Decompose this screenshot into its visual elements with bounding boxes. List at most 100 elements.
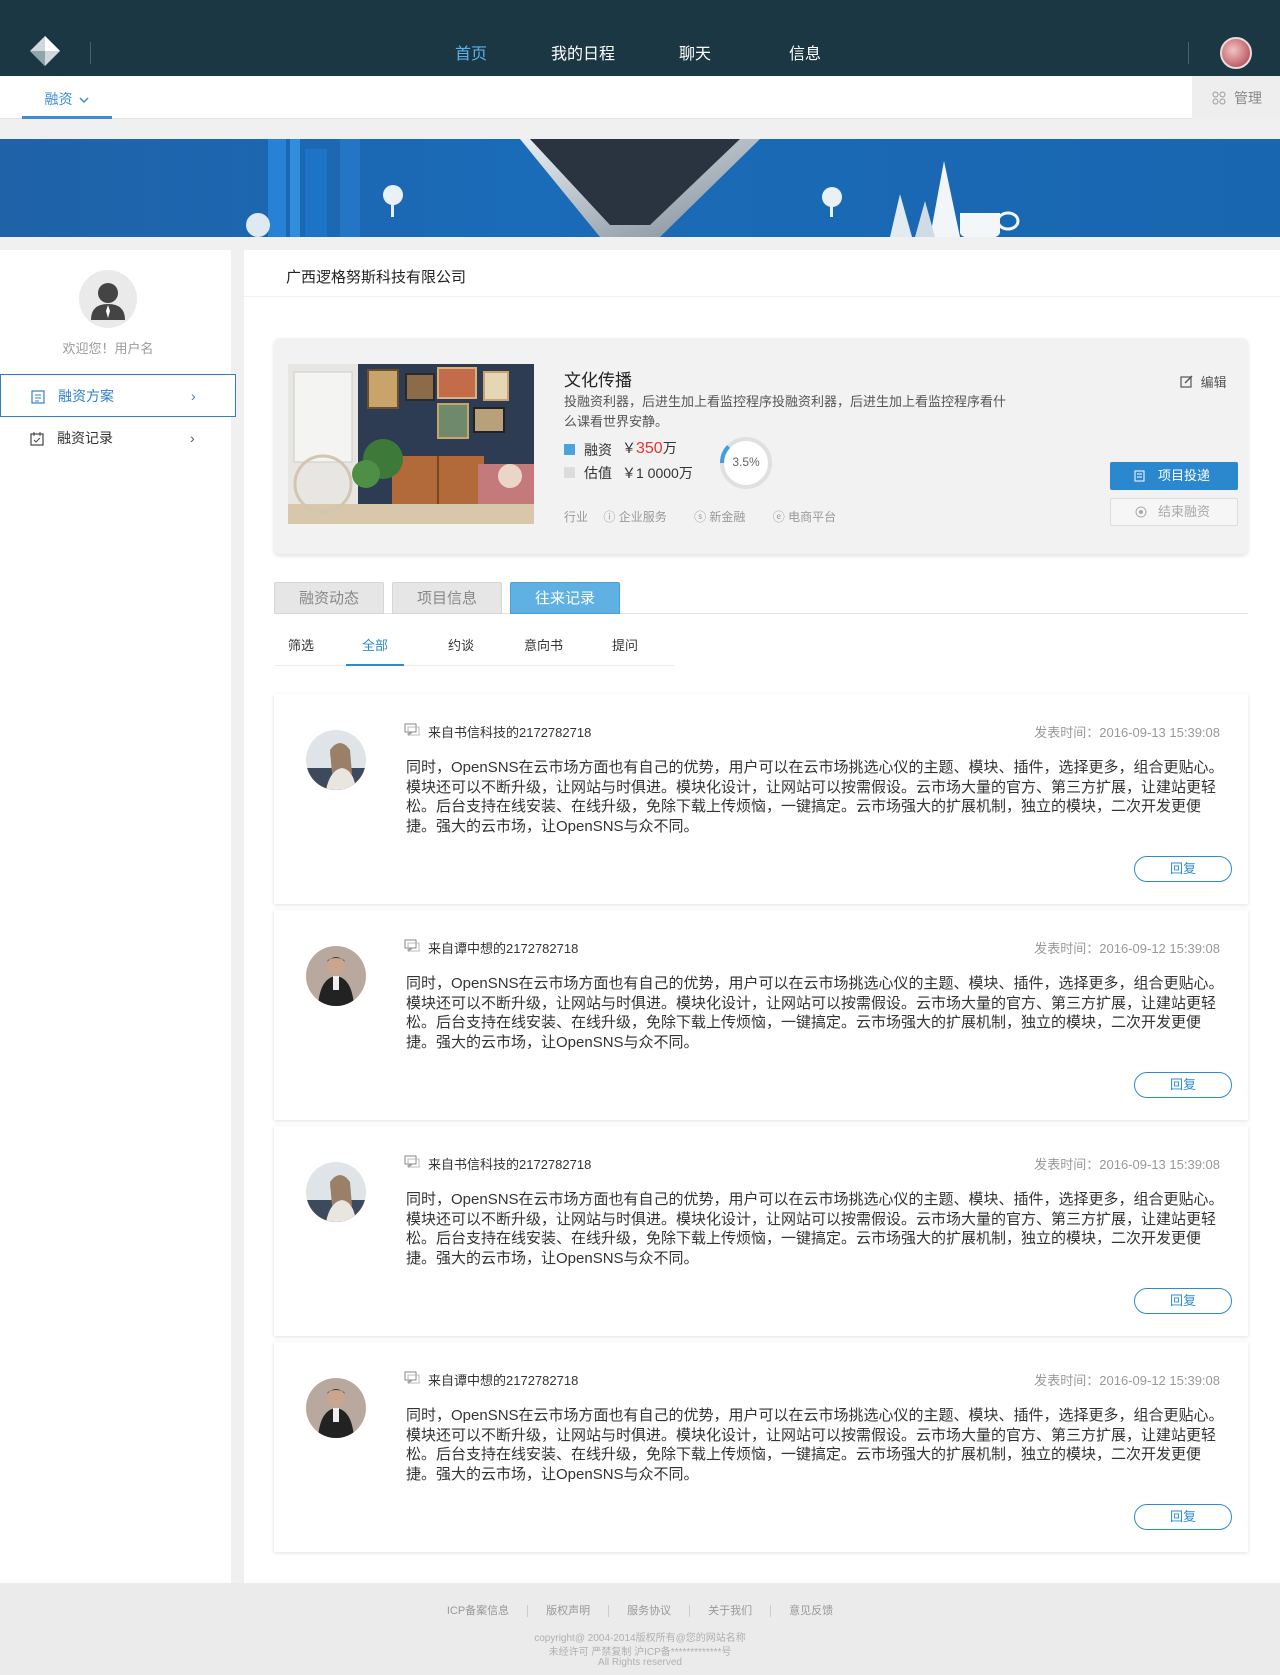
post-source-text: 来自书信科技的2172782718 — [428, 1157, 592, 1172]
financing-legend-square — [564, 444, 575, 455]
banner-illustration — [246, 139, 1020, 237]
right-divider — [1188, 42, 1189, 64]
footer: ICP备案信息 版权声明 服务协议 关于我们 意见反馈 copyright@ 2004-… — [0, 1583, 1280, 1675]
valuation-value: ￥1 0000万 — [622, 465, 693, 481]
main-nav: 首页 我的日程 聊天 信息 — [0, 40, 1280, 64]
footer-link-about[interactable]: 关于我们 — [690, 1605, 772, 1617]
chevron-right-icon: › — [191, 388, 196, 404]
filter-label: 筛选 — [288, 638, 315, 653]
chevron-right-icon: › — [190, 430, 195, 446]
top-navbar: 首页 我的日程 聊天 信息 — [0, 0, 1280, 76]
progress-text: 3.5% — [732, 455, 760, 469]
welcome-text: 欢迎您！用户名 — [62, 341, 154, 356]
tab-correspondence[interactable]: 往来记录 — [510, 582, 620, 614]
filter-intent-letter[interactable]: 意向书 — [524, 630, 563, 666]
avatar-photo-woman — [306, 1162, 366, 1222]
end-financing-label: 结束融资 — [1157, 504, 1210, 519]
comment-icon — [404, 723, 420, 737]
tab-financing-news[interactable]: 融资动态 — [274, 582, 384, 614]
comment-icon — [404, 1371, 420, 1385]
company-name: 广西逻格努斯科技有限公司 — [286, 269, 467, 286]
post-time: 发表时间：2016-09-12 15:39:08 — [1034, 1373, 1220, 1388]
comment-icon — [404, 1155, 420, 1169]
industry-label: 行业 — [564, 510, 589, 524]
filter-interview[interactable]: 约谈 — [448, 630, 474, 666]
tab-project-info[interactable]: 项目信息 — [392, 582, 502, 614]
sidebar-item-financing-records[interactable]: 融资记录 › — [0, 417, 236, 460]
manage-label: 管理 — [1234, 90, 1262, 106]
sidebar-item-label: 融资记录 — [57, 430, 113, 446]
manage-button[interactable]: 管理 — [1192, 76, 1280, 119]
tag-ecommerce: ⓔ 电商平台 — [772, 510, 837, 524]
post-source: 来自谭中想的2172782718 — [404, 938, 578, 957]
post-source-text: 来自谭中想的2172782718 — [428, 1373, 579, 1388]
financing-unit: 万 — [662, 440, 677, 456]
document-icon — [1134, 470, 1145, 482]
post-body: 同时，OpenSNS在云市场方面也有自己的优势，用户可以在云市场挑选心仪的主题、… — [406, 759, 1224, 835]
main-panel: 广西逻格努斯科技有限公司 文化传播 投融资利器，后进生加上看监控程序投融资利器，… — [244, 250, 1280, 1583]
post-source: 来自书信科技的2172782718 — [404, 1154, 591, 1173]
avatar-photo-man — [306, 946, 366, 1006]
footer-link-feedback[interactable]: 意见反馈 — [771, 1605, 851, 1617]
tag-enterprise-service: ⓘ 企业服务 — [603, 510, 667, 524]
edit-icon — [1180, 375, 1193, 388]
financing-prefix: ￥ — [622, 440, 636, 456]
stop-circle-icon — [1135, 506, 1147, 518]
project-title: 文化传播 — [564, 371, 632, 390]
submit-project-button[interactable]: 项目投递 — [1110, 462, 1238, 490]
footer-link-icp[interactable]: ICP备案信息 — [429, 1605, 529, 1617]
post-body: 同时，OpenSNS在云市场方面也有自己的优势，用户可以在云市场挑选心仪的主题、… — [406, 1407, 1224, 1483]
reply-button[interactable]: 回复 — [1134, 1072, 1232, 1098]
content-tabs: 融资动态 项目信息 往来记录 — [274, 582, 1248, 614]
clipboard-icon — [31, 390, 45, 404]
user-avatar[interactable] — [1220, 37, 1252, 69]
post-card: 来自书信科技的2172782718 发表时间：2016-09-13 15:39:… — [274, 694, 1248, 904]
post-avatar — [306, 730, 366, 790]
comment-icon — [404, 939, 420, 953]
tag-label: 电商平台 — [788, 510, 837, 524]
post-source-text: 来自谭中想的2172782718 — [428, 941, 579, 956]
reply-button[interactable]: 回复 — [1134, 856, 1232, 882]
tag-label: 新金融 — [709, 510, 746, 524]
edit-label: 编辑 — [1200, 375, 1227, 390]
sub-navbar: 融资 管理 — [0, 76, 1280, 119]
reply-button[interactable]: 回复 — [1134, 1504, 1232, 1530]
post-source: 来自谭中想的2172782718 — [404, 1370, 578, 1389]
footer-link-terms[interactable]: 服务协议 — [609, 1605, 691, 1617]
financing-value: ￥350万 — [622, 438, 677, 458]
user-silhouette-icon — [91, 283, 125, 320]
avatar-photo-man — [306, 1378, 366, 1438]
post-body: 同时，OpenSNS在云市场方面也有自己的优势，用户可以在云市场挑选心仪的主题、… — [406, 975, 1224, 1051]
tag-label: 企业服务 — [618, 510, 667, 524]
post-avatar — [306, 1162, 366, 1222]
divider — [244, 296, 1280, 297]
chevron-down-icon — [79, 97, 89, 104]
sidebar: 欢迎您！用户名 融资方案 › 融资记录 › — [0, 250, 236, 1583]
nav-schedule[interactable]: 我的日程 — [551, 40, 615, 64]
reply-button[interactable]: 回复 — [1134, 1288, 1232, 1314]
sidebar-avatar — [79, 270, 137, 328]
post-time: 发表时间：2016-09-13 15:39:08 — [1034, 725, 1220, 740]
edit-button[interactable]: 编辑 — [1180, 372, 1227, 391]
footer-link-copyright[interactable]: 版权声明 — [528, 1605, 610, 1617]
nav-messages[interactable]: 信息 — [789, 40, 821, 64]
financing-label: 融资 — [584, 442, 612, 458]
calendar-icon — [30, 432, 44, 446]
nav-chat[interactable]: 聊天 — [679, 40, 711, 64]
valuation-label: 估值 — [584, 465, 612, 481]
nav-home[interactable]: 首页 — [455, 40, 487, 64]
sidebar-item-financing-plan[interactable]: 融资方案 › — [0, 374, 236, 417]
end-financing-button[interactable]: 结束融资 — [1110, 498, 1238, 526]
post-avatar — [306, 1378, 366, 1438]
post-card: 来自书信科技的2172782718 发表时间：2016-09-13 15:39:… — [274, 1126, 1248, 1336]
tab-financing[interactable]: 融资 — [22, 76, 112, 119]
filter-all[interactable]: 全部 — [346, 630, 404, 666]
filter-bar: 筛选 全部 约谈 意向书 提问 — [274, 630, 674, 666]
project-tags: 行业 ⓘ 企业服务 ⓢ 新金融 ⓔ 电商平台 — [564, 508, 860, 525]
footer-rights: All Rights reserved — [598, 1657, 682, 1668]
post-card: 来自谭中想的2172782718 发表时间：2016-09-12 15:39:0… — [274, 910, 1248, 1120]
project-description: 投融资利器，后进生加上看监控程序投融资利器，后进生加上看监控程序看什么课看世界安… — [564, 394, 1007, 429]
filter-question[interactable]: 提问 — [612, 630, 638, 666]
banner-image — [0, 139, 1280, 237]
post-time: 发表时间：2016-09-12 15:39:08 — [1034, 941, 1220, 956]
